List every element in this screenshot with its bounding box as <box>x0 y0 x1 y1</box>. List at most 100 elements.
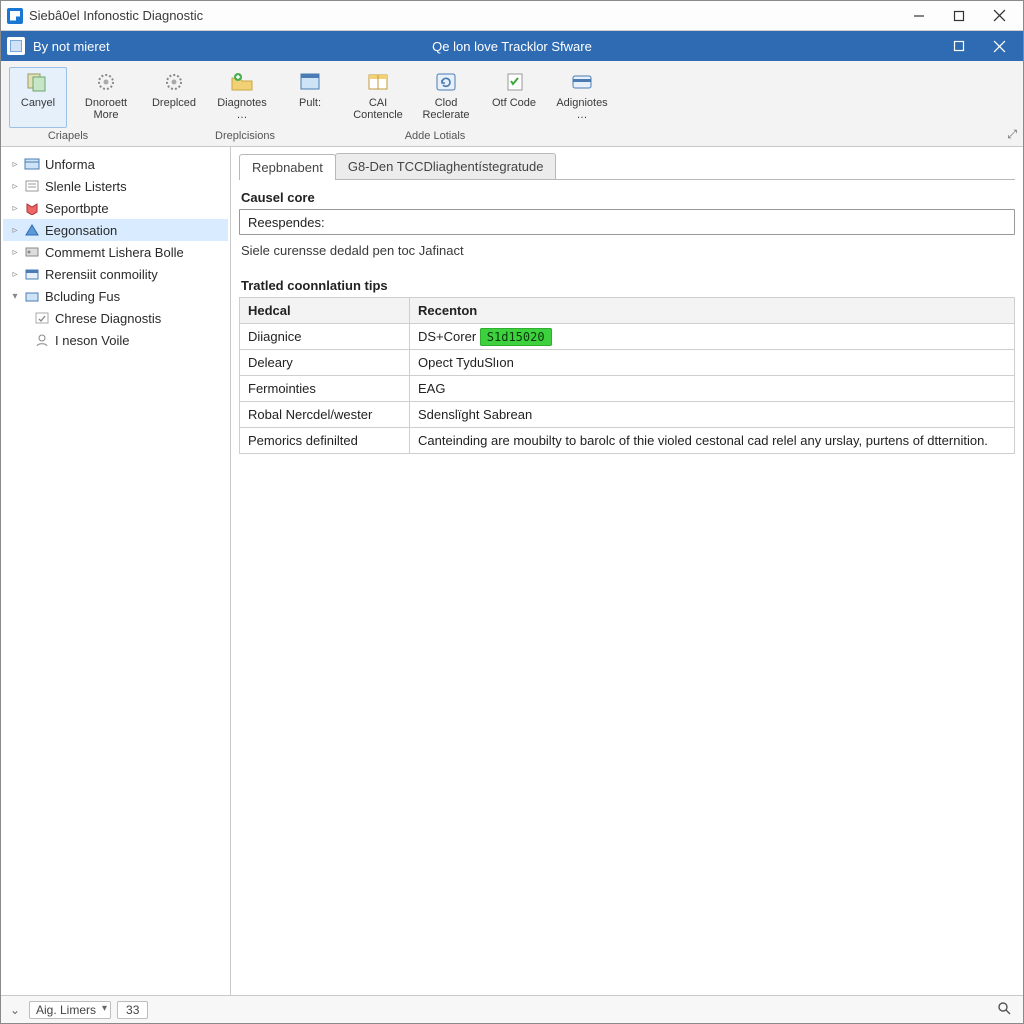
tree-item[interactable]: ▹Seportbpte <box>3 197 228 219</box>
ribbon-item-otf[interactable]: Otf Code <box>485 67 543 128</box>
refresh-icon <box>432 70 460 94</box>
ribbon-label: Canyel <box>21 97 55 109</box>
code-badge: S1d15020 <box>480 328 552 346</box>
status-bar: ⌄ Aig. Limers 33 <box>1 995 1023 1023</box>
info-table: Hedcal Recenton DiiagniceDS+Corer S1d150… <box>239 297 1015 454</box>
tree-node-icon <box>23 156 41 172</box>
section-causel-core: Causel core <box>241 190 1015 205</box>
status-line: Siele curensse dedald pen toc Jafinact <box>241 243 1015 258</box>
tree-item-label: Eegonsation <box>45 223 117 238</box>
search-icon[interactable] <box>997 1001 1011 1018</box>
ribbon-item-diagnotes[interactable]: Diagnotes … <box>213 67 271 128</box>
ribbon-label: Adigniotes … <box>554 97 610 121</box>
ribbon-label: Dnoroett More <box>78 97 134 121</box>
table-cell-key: Pemorics definilted <box>240 428 410 454</box>
table-cell-value: DS+Corer S1d15020 <box>410 324 1015 350</box>
ribbon-item-cai[interactable]: CAI Contencle <box>349 67 407 128</box>
ribbon-item-more[interactable]: Dnoroett More <box>77 67 135 128</box>
tree-item[interactable]: ▹ Rerensiit conmoility <box>3 263 228 285</box>
gear-icon <box>92 70 120 94</box>
tree-node-icon <box>23 222 41 238</box>
statusbar-dropdown[interactable]: Aig. Limers <box>29 1001 111 1019</box>
inner-window-subtitle: By not mieret <box>33 39 110 54</box>
table-header: Hedcal <box>240 298 410 324</box>
ribbon-group-label: Adde Lotials <box>355 130 515 142</box>
outer-titlebar: Siebâ0el Infonostic Diagnostic <box>1 1 1023 31</box>
table-cell-value: Opect TyduSlıon <box>410 350 1015 376</box>
tree-item[interactable]: ▹Commemt Lishera Bolle <box>3 241 228 263</box>
table-icon <box>364 70 392 94</box>
tree-item[interactable]: ▾ Bcluding Fus <box>3 285 228 307</box>
content-tabs: Repbnabent G8-Den TCCDliaghentístegratud… <box>239 153 1015 180</box>
inner-titlebar: By not mieret Qe lon love Tracklor Sfwar… <box>1 31 1023 61</box>
table-cell-value: EAG <box>410 376 1015 402</box>
table-row: DelearyOpect TyduSlıon <box>240 350 1015 376</box>
document-icon <box>7 37 25 55</box>
tree-caret-icon[interactable]: ▹ <box>9 203 21 214</box>
table-row: Pemorics definiltedCanteinding are moubi… <box>240 428 1015 454</box>
tree-node-icon <box>23 288 41 304</box>
table-header: Recenton <box>410 298 1015 324</box>
ribbon-label: Otf Code <box>492 97 536 109</box>
ribbon-label: Clod Reclerate <box>418 97 474 121</box>
ribbon-item-pult[interactable]: Pult: <box>281 67 339 128</box>
maximize-button[interactable] <box>939 2 979 30</box>
tab-repbnabent[interactable]: Repbnabent <box>239 154 336 180</box>
tree-node-icon <box>23 178 41 194</box>
window-icon <box>296 70 324 94</box>
tree-node-icon <box>33 332 51 348</box>
app-icon <box>7 8 23 24</box>
ribbon-item-canyel[interactable]: Canyel <box>9 67 67 128</box>
tree-node-icon <box>23 266 41 282</box>
inner-window-controls <box>939 32 1019 60</box>
tree-node-icon <box>33 310 51 326</box>
table-cell-key: Fermointies <box>240 376 410 402</box>
tree-item-label: Slenle Listerts <box>45 179 127 194</box>
tree-item[interactable]: ▹ Slenle Listerts <box>3 175 228 197</box>
ribbon-item-dreplced[interactable]: Dreplced <box>145 67 203 128</box>
card-icon <box>568 70 596 94</box>
section-tips: Tratled coonnlatiun tips <box>241 278 1015 293</box>
ribbon-item-clod[interactable]: Clod Reclerate <box>417 67 475 128</box>
respond-input[interactable]: Reespendes: <box>239 209 1015 235</box>
table-cell-value: Canteinding are moubilty to barolc of th… <box>410 428 1015 454</box>
inner-maximize-button[interactable] <box>939 32 979 60</box>
table-cell-key: Deleary <box>240 350 410 376</box>
tree-item-label: Unforma <box>45 157 95 172</box>
inner-close-button[interactable] <box>979 32 1019 60</box>
tree-item[interactable]: I neson Voile <box>3 329 228 351</box>
tree-caret-icon[interactable]: ▹ <box>9 269 21 280</box>
tree-item[interactable]: ▹ Eegonsation <box>3 219 228 241</box>
check-doc-icon <box>500 70 528 94</box>
ribbon-group-label: Dreplcisions <box>145 130 345 142</box>
tree-item[interactable]: ▹ Unforma <box>3 153 228 175</box>
tree-item-label: Rerensiit conmoility <box>45 267 158 282</box>
table-cell-key: Diiagnice <box>240 324 410 350</box>
tree-item-label: Bcluding Fus <box>45 289 120 304</box>
close-button[interactable] <box>979 2 1019 30</box>
ribbon-toolbar: Canyel Dnoroett More Dreplced Diagnotes … <box>1 61 1023 147</box>
tree-caret-icon[interactable]: ▹ <box>9 247 21 258</box>
navigation-tree[interactable]: ▹Unforma▹Slenle Listerts▹Seportbpte▹Eego… <box>1 147 231 995</box>
ribbon-group-label: Criapels <box>5 130 131 142</box>
tree-caret-icon[interactable]: ▹ <box>9 225 21 236</box>
tree-item[interactable]: Chrese Diagnostis <box>3 307 228 329</box>
table-row: FermointiesEAG <box>240 376 1015 402</box>
ribbon-label: CAI Contencle <box>350 97 406 121</box>
ribbon-item-adignotes[interactable]: Adigniotes … <box>553 67 611 128</box>
table-cell-value: Sdenslïght Sabrean <box>410 402 1015 428</box>
tree-caret-icon[interactable]: ▹ <box>9 181 21 192</box>
table-row: Robal Nercdel/westerSdenslïght Sabrean <box>240 402 1015 428</box>
tree-caret-icon[interactable]: ▾ <box>9 291 21 302</box>
ribbon-expand-icon[interactable]: ⤢ <box>1007 127 1017 142</box>
table-row: DiiagniceDS+Corer S1d15020 <box>240 324 1015 350</box>
outer-window-title: Siebâ0el Infonostic Diagnostic <box>29 8 203 23</box>
tree-caret-icon[interactable]: ▹ <box>9 159 21 170</box>
respond-label: Reespendes: <box>248 215 325 230</box>
statusbar-value[interactable]: 33 <box>117 1001 148 1019</box>
inner-window-center-title: Qe lon love Tracklor Sfware <box>1 39 1023 54</box>
minimize-button[interactable] <box>899 2 939 30</box>
tab-g8den[interactable]: G8-Den TCCDliaghentístegratude <box>335 153 557 179</box>
ribbon-label: Diagnotes … <box>214 97 270 121</box>
chevron-down-icon[interactable]: ⌄ <box>7 1003 23 1017</box>
